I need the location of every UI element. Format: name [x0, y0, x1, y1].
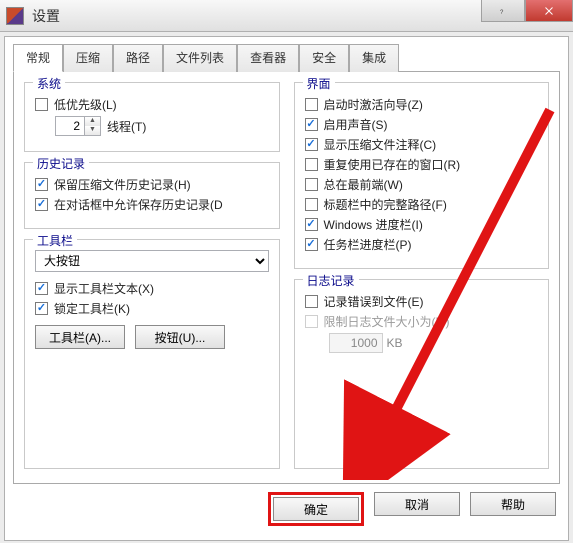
label-sound: 启用声音(S): [324, 116, 388, 133]
legend-toolbar: 工具栏: [33, 232, 77, 249]
question-icon: ?: [497, 5, 509, 17]
spin-down-icon[interactable]: ▼: [84, 126, 100, 135]
checkbox-allow-save-dialog[interactable]: [35, 198, 48, 211]
label-taskbar-progress: 任务栏进度栏(P): [324, 236, 412, 253]
app-icon: [6, 7, 24, 25]
help-dialog-button[interactable]: 帮助: [470, 492, 556, 516]
svg-text:?: ?: [500, 10, 504, 16]
close-button[interactable]: [525, 0, 573, 22]
threads-spinner[interactable]: ▲▼: [55, 116, 101, 136]
label-allow-save-dialog: 在对话框中允许保存历史记录(D: [54, 196, 223, 213]
tab-compress[interactable]: 压缩: [63, 44, 113, 72]
label-show-toolbar-text: 显示工具栏文本(X): [54, 280, 154, 297]
label-wizard: 启动时激活向导(Z): [324, 96, 423, 113]
checkbox-log-errors[interactable]: [305, 295, 318, 308]
ok-button[interactable]: 确定: [273, 497, 359, 521]
toolbar-config-button[interactable]: 工具栏(A)...: [35, 325, 125, 349]
log-size-value: 1000: [329, 333, 383, 353]
label-lock-toolbar: 锁定工具栏(K): [54, 300, 130, 317]
group-log: 日志记录 记录错误到文件(E) 限制日志文件大小为(M) 1000 KB: [294, 279, 550, 469]
button-config-button[interactable]: 按钮(U)...: [135, 325, 225, 349]
checkbox-taskbar-progress[interactable]: [305, 238, 318, 251]
label-limit-log: 限制日志文件大小为(M): [324, 313, 450, 330]
tab-path[interactable]: 路径: [113, 44, 163, 72]
checkbox-lock-toolbar[interactable]: [35, 302, 48, 315]
checkbox-reuse-window[interactable]: [305, 158, 318, 171]
tab-security[interactable]: 安全: [299, 44, 349, 72]
checkbox-wizard[interactable]: [305, 98, 318, 111]
threads-input[interactable]: [56, 119, 84, 133]
checkbox-on-top[interactable]: [305, 178, 318, 191]
label-keep-history: 保留压缩文件历史记录(H): [54, 176, 191, 193]
ok-highlight: 确定: [268, 492, 364, 526]
checkbox-sound[interactable]: [305, 118, 318, 131]
tab-viewer[interactable]: 查看器: [237, 44, 299, 72]
right-column: 界面 启动时激活向导(Z) 启用声音(S) 显示压缩文件注释(C) 重复使用已存…: [294, 82, 550, 469]
group-history: 历史记录 保留压缩文件历史记录(H) 在对话框中允许保存历史记录(D: [24, 162, 280, 229]
window-buttons: ?: [481, 0, 573, 22]
left-column: 系统 低优先级(L) ▲▼ 线程(T) 历史记录 保留压缩文件历史: [24, 82, 280, 469]
group-interface: 界面 启动时激活向导(Z) 启用声音(S) 显示压缩文件注释(C) 重复使用已存…: [294, 82, 550, 269]
checkbox-limit-log: [305, 315, 318, 328]
label-threads: 线程(T): [107, 118, 146, 135]
checkbox-comment[interactable]: [305, 138, 318, 151]
legend-history: 历史记录: [33, 155, 89, 172]
window-title: 设置: [32, 6, 60, 26]
label-comment: 显示压缩文件注释(C): [324, 136, 437, 153]
dialog-buttons: 确定 取消 帮助: [13, 492, 560, 526]
legend-interface: 界面: [303, 75, 335, 92]
group-toolbar: 工具栏 大按钮 显示工具栏文本(X) 锁定工具栏(K) 工具栏(A)... 按钮…: [24, 239, 280, 469]
label-reuse-window: 重复使用已存在的窗口(R): [324, 156, 461, 173]
label-full-path: 标题栏中的完整路径(F): [324, 196, 447, 213]
label-low-priority: 低优先级(L): [54, 96, 117, 113]
tab-integration[interactable]: 集成: [349, 44, 399, 72]
cancel-button[interactable]: 取消: [374, 492, 460, 516]
checkbox-keep-history[interactable]: [35, 178, 48, 191]
label-on-top: 总在最前端(W): [324, 176, 403, 193]
close-icon: [543, 5, 555, 17]
toolbar-size-combo[interactable]: 大按钮: [35, 250, 269, 272]
label-log-errors: 记录错误到文件(E): [324, 293, 424, 310]
legend-log: 日志记录: [303, 272, 359, 289]
log-size-unit: KB: [387, 336, 403, 350]
checkbox-full-path[interactable]: [305, 198, 318, 211]
checkbox-low-priority[interactable]: [35, 98, 48, 111]
tab-general[interactable]: 常规: [13, 44, 63, 72]
help-button[interactable]: ?: [481, 0, 525, 22]
dialog: 常规 压缩 路径 文件列表 查看器 安全 集成 系统 低优先级(L) ▲▼: [4, 36, 569, 541]
tab-panel: 系统 低优先级(L) ▲▼ 线程(T) 历史记录 保留压缩文件历史: [13, 72, 560, 484]
tabs: 常规 压缩 路径 文件列表 查看器 安全 集成: [13, 43, 560, 72]
spin-up-icon[interactable]: ▲: [84, 117, 100, 126]
checkbox-win-progress[interactable]: [305, 218, 318, 231]
tab-filelist[interactable]: 文件列表: [163, 44, 237, 72]
checkbox-show-toolbar-text[interactable]: [35, 282, 48, 295]
legend-system: 系统: [33, 75, 65, 92]
label-win-progress: Windows 进度栏(I): [324, 216, 423, 233]
titlebar: 设置 ?: [0, 0, 573, 32]
group-system: 系统 低优先级(L) ▲▼ 线程(T): [24, 82, 280, 152]
